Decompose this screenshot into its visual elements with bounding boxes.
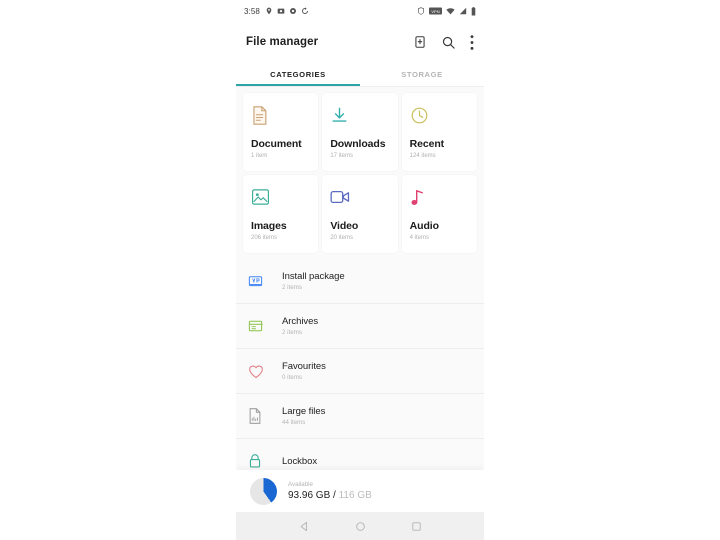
storage-available-label: Available — [288, 481, 313, 488]
category-count: 20 items — [330, 235, 354, 241]
category-card-downloads[interactable]: Downloads 17 items — [322, 93, 398, 171]
list-item-title: Large files — [282, 406, 326, 417]
signal-icon — [459, 7, 467, 15]
category-card-recent[interactable]: Recent 124 items — [401, 93, 477, 171]
archive-icon — [248, 319, 272, 333]
clock-icon — [410, 102, 469, 128]
category-card-images[interactable]: Images 206 items — [243, 175, 319, 253]
list-item-count: 2 items — [282, 284, 302, 291]
storage-values: 93.96 GB / 116 GB — [288, 490, 372, 501]
svg-text:VPN: VPN — [431, 9, 439, 14]
category-name: Recent — [409, 138, 445, 150]
tab-storage[interactable]: STORAGE — [360, 62, 484, 86]
status-clock: 3:58 — [244, 6, 260, 16]
list-item-text: Favourites 0 items — [282, 361, 326, 381]
download-icon — [330, 102, 389, 128]
status-right-icons: VPN — [417, 6, 476, 16]
status-left-icons — [265, 7, 309, 15]
category-name: Downloads — [330, 138, 386, 150]
category-card-document[interactable]: Document 1 item — [243, 93, 319, 171]
apk-icon — [248, 274, 272, 289]
content-area: Document 1 item Downloads 17 items Recen… — [236, 87, 484, 484]
list-item-title: Lockbox — [282, 455, 318, 467]
document-icon — [251, 102, 310, 128]
category-count: 124 items — [409, 153, 436, 159]
list-item-large-files[interactable]: Large files 44 items — [236, 394, 484, 439]
large-file-icon — [248, 408, 272, 424]
audio-icon — [410, 184, 469, 210]
list-item-title: Favourites — [282, 361, 326, 372]
category-count: 1 item — [251, 153, 268, 159]
list-item-archives[interactable]: Archives 2 items — [236, 304, 484, 349]
storage-total-value: 116 GB — [338, 490, 372, 501]
lock-icon — [248, 453, 272, 469]
list-item-text: Install package 2 items — [282, 271, 345, 291]
photo-icon — [277, 8, 285, 14]
app-toolbar: File manager — [236, 22, 484, 62]
location-icon — [266, 7, 272, 15]
image-icon — [251, 184, 310, 210]
category-name: Audio — [409, 220, 439, 232]
list-item-title: Archives — [282, 316, 319, 327]
storage-summary-bar[interactable]: Available 93.96 GB / 116 GB — [236, 470, 484, 512]
storage-pie-chart — [250, 477, 277, 505]
heart-icon — [248, 364, 272, 379]
category-name: Images — [251, 220, 287, 232]
list-item-count: 2 items — [282, 329, 302, 336]
back-icon[interactable] — [294, 516, 314, 536]
list-item-count: 0 items — [282, 374, 302, 381]
category-card-video[interactable]: Video 20 items — [322, 175, 398, 253]
storage-text: Available 93.96 GB / 116 GB — [288, 481, 372, 501]
category-count: 4 items — [409, 235, 429, 241]
search-icon[interactable] — [441, 35, 456, 50]
settings-icon — [289, 8, 296, 14]
category-count: 206 items — [251, 235, 278, 241]
toolbar-actions — [413, 34, 474, 50]
category-card-grid: Document 1 item Downloads 17 items Recen… — [236, 93, 484, 253]
phone-screen: 3:58 VPN File manager CATEGORIES STORAGE… — [236, 0, 484, 540]
list-item-text: Large files 44 items — [282, 406, 325, 426]
recents-icon[interactable] — [406, 516, 426, 536]
category-list: Install package 2 items Archives 2 items — [236, 259, 484, 484]
battery-icon — [471, 6, 476, 16]
video-icon — [330, 184, 389, 210]
system-nav-bar — [236, 512, 484, 540]
category-name: Document — [251, 138, 302, 150]
overflow-menu-icon[interactable] — [470, 34, 474, 50]
list-item-install-package[interactable]: Install package 2 items — [236, 259, 484, 304]
category-count: 17 items — [330, 153, 354, 159]
list-item-count: 44 items — [282, 419, 306, 426]
wifi-icon — [446, 8, 455, 15]
list-item-text: Lockbox — [282, 456, 317, 467]
sync-icon — [301, 7, 308, 14]
vpn-badge-icon: VPN — [429, 7, 442, 15]
tab-categories[interactable]: CATEGORIES — [236, 62, 360, 86]
list-item-text: Archives 2 items — [282, 316, 318, 336]
status-bar: 3:58 VPN — [236, 0, 484, 22]
list-item-title: Install package — [282, 271, 345, 282]
add-file-icon[interactable] — [413, 35, 427, 49]
category-card-audio[interactable]: Audio 4 items — [401, 175, 477, 253]
shield-icon — [418, 7, 424, 15]
home-icon[interactable] — [350, 516, 370, 536]
list-item-favourites[interactable]: Favourites 0 items — [236, 349, 484, 394]
storage-available-value: 93.96 GB — [288, 490, 331, 501]
tab-bar: CATEGORIES STORAGE — [236, 62, 484, 87]
category-name: Video — [330, 220, 359, 232]
page-title: File manager — [246, 36, 319, 48]
storage-separator: / — [330, 490, 339, 501]
